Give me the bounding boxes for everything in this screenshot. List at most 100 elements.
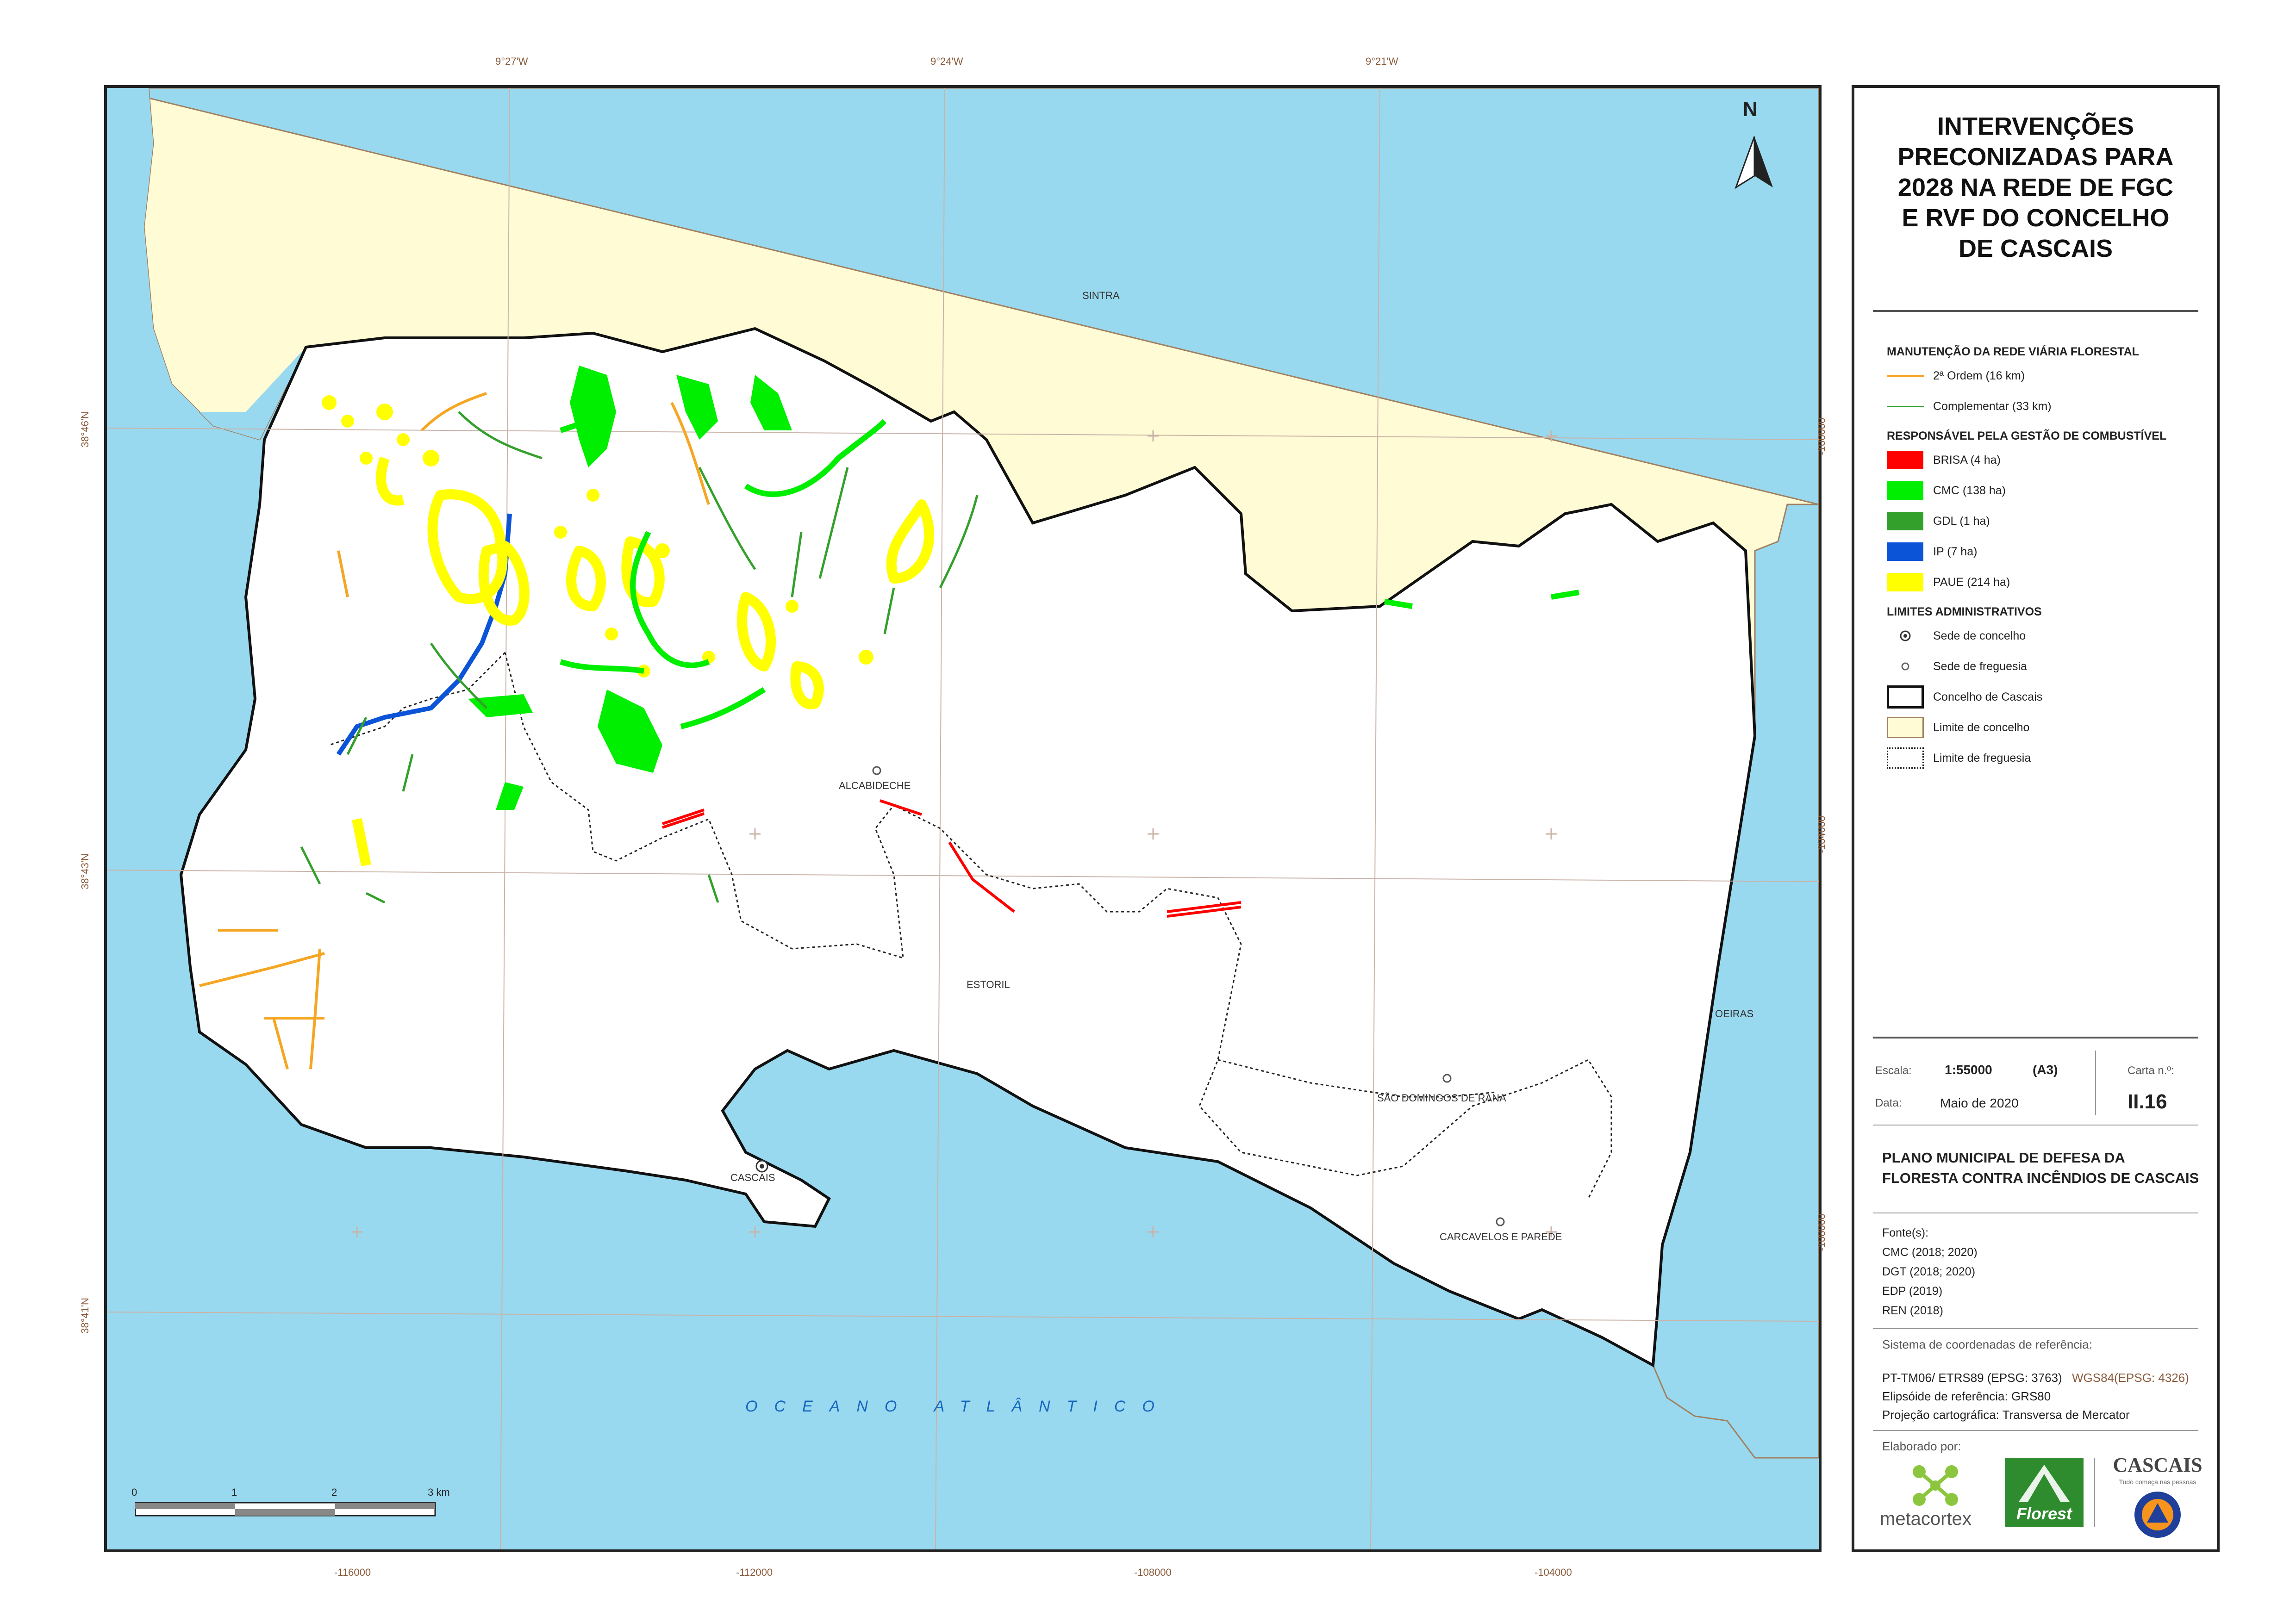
legend-label: CMC (138 ha) [1933, 484, 2006, 497]
scale-tick-0: 0 [131, 1486, 137, 1498]
fill-swatch-icon [1887, 451, 1923, 469]
sheet-value: II.16 [2128, 1090, 2167, 1113]
divider [2095, 1051, 2096, 1115]
lon-label-3: 9°21'W [1366, 56, 1398, 67]
legend-label: Concelho de Cascais [1933, 690, 2043, 703]
label-sintra: SINTRA [1082, 290, 1120, 301]
sources-label: Fonte(s): [1882, 1226, 1929, 1239]
legend-item-sede-concelho: Sede de concelho [1887, 626, 2026, 646]
title-line-1: INTERVENÇÕES [1937, 112, 2134, 140]
source-item: DGT (2018; 2020) [1882, 1265, 1976, 1278]
title-line-2: PRECONIZADAS PARA [1897, 143, 2174, 171]
scale-label: Escala: [1875, 1064, 1912, 1077]
legend-label: Sede de concelho [1933, 629, 2026, 642]
legend-label: Sede de freguesia [1933, 659, 2027, 673]
dot-circle-icon [1900, 630, 1911, 641]
divider [1873, 310, 2198, 312]
scale-value: 1:55000 [1945, 1063, 1992, 1077]
reference-ellipsoid: Elipsóide de referência: GRS80 [1882, 1389, 2051, 1403]
legend-item-ip: IP (7 ha) [1887, 541, 1977, 562]
label-estoril: ESTORIL [967, 979, 1010, 990]
legend-fuel-heading: RESPONSÁVEL PELA GESTÃO DE COMBUSTÍVEL [1887, 429, 2167, 442]
source-item: CMC (2018; 2020) [1882, 1246, 1978, 1259]
scale-tick-3: 3 km [428, 1486, 450, 1498]
legend-label: BRISA (4 ha) [1933, 453, 2001, 466]
legend-item-paue: PAUE (214 ha) [1887, 572, 2010, 592]
date-value: Maio de 2020 [1940, 1096, 2019, 1110]
easting-label-2: -112000 [736, 1567, 773, 1578]
label-alcabideche: ALCABIDECHE [839, 780, 911, 791]
beige-box-icon [1887, 717, 1924, 738]
tree-icon [2019, 1465, 2070, 1502]
label-carcavelos: CARCAVELOS E PAREDE [1440, 1231, 1562, 1243]
title-line-3: 2028 NA REDE DE FGC [1897, 174, 2174, 201]
metacortex-icon [1913, 1465, 1958, 1506]
reference-crs-alt: WGS84(EPSG: 4326) [2072, 1371, 2189, 1385]
scale-tick-1: 1 [231, 1486, 237, 1498]
legend-label: Limite de concelho [1933, 721, 2030, 734]
legend-label: IP (7 ha) [1933, 545, 1978, 558]
plan-title: PLANO MUNICIPAL DE DEFESA DA FLORESTA CO… [1882, 1148, 2199, 1188]
metacortex-logo: metacortex [1880, 1462, 1996, 1532]
source-item: REN (2018) [1882, 1304, 1943, 1317]
florest-logo: Florest [2005, 1458, 2084, 1527]
fill-swatch-icon [1887, 512, 1923, 530]
paper-size: (A3) [2033, 1063, 2058, 1077]
title-line-5: DE CASCAIS [1958, 235, 2113, 262]
civil-protection-emblem-icon [2134, 1492, 2181, 1538]
legend-item-sede-freguesia: Sede de freguesia [1887, 656, 2027, 677]
map-title: INTERVENÇÕES PRECONIZADAS PARA 2028 NA R… [1873, 111, 2198, 264]
northing-label-3: -108000 [1816, 1213, 1828, 1251]
northing-label-2: -104000 [1816, 815, 1828, 853]
map-frame[interactable] [104, 85, 1822, 1552]
northing-label-1: -100000 [1816, 417, 1828, 455]
lon-label-1: 9°27'W [495, 56, 528, 67]
legend-label: PAUE (214 ha) [1933, 575, 2010, 589]
cascais-tagline: Tudo começa nas pessoas [2119, 1478, 2196, 1486]
divider [1873, 1037, 2198, 1038]
legend-label: Complementar (33 km) [1933, 399, 2052, 413]
legend-road-heading: MANUTENÇÃO DA REDE VIÁRIA FLORESTAL [1887, 345, 2139, 358]
legend-panel: INTERVENÇÕES PRECONIZADAS PARA 2028 NA R… [1852, 85, 2220, 1552]
legend-label: GDL (1 ha) [1933, 514, 1990, 528]
label-oeiras: OEIRAS [1715, 1008, 1754, 1020]
fill-swatch-icon [1887, 542, 1923, 561]
lon-label-2: 9°24'W [930, 56, 963, 67]
line-swatch-icon [1887, 405, 1924, 407]
label-sao-domingos: SÃO DOMINGOS DE RANA [1377, 1092, 1506, 1104]
line-swatch-icon [1887, 374, 1924, 377]
reference-label: Sistema de coordenadas de referência: [1882, 1337, 2092, 1351]
title-line-4: E RVF DO CONCELHO [1902, 204, 2170, 232]
lat-label-3: 38°41'N [79, 1298, 91, 1334]
north-arrow-icon [1734, 136, 1773, 189]
north-label: N [1743, 98, 1758, 121]
legend-item-limite-concelho: Limite de concelho [1887, 717, 2029, 738]
reference-crs: PT-TM06/ ETRS89 (EPSG: 3763) [1882, 1371, 2062, 1385]
legend-item-2nd-order: 2ª Ordem (16 km) [1887, 366, 2025, 386]
small-circle-icon [1901, 662, 1909, 671]
label-cascais: CASCAIS [730, 1172, 775, 1183]
fill-swatch-icon [1887, 481, 1923, 500]
legend-label: 2ª Ordem (16 km) [1933, 369, 2025, 382]
date-label: Data: [1875, 1097, 1902, 1109]
plan-title-line-2: FLORESTA CONTRA INCÊNDIOS DE CASCAIS [1882, 1170, 2199, 1186]
cascais-logo: CASCAIS Tudo começa nas pessoas [2104, 1453, 2211, 1541]
legend-item-brisa: BRISA (4 ha) [1887, 450, 2001, 470]
reference-projection: Projeção cartográfica: Transversa de Mer… [1882, 1408, 2130, 1422]
label-ocean: OCEANO ATLÂNTICO [745, 1398, 1171, 1415]
black-outline-box-icon [1887, 685, 1924, 709]
divider [2094, 1458, 2095, 1527]
divider [1873, 1328, 2198, 1329]
source-item: EDP (2019) [1882, 1285, 1943, 1298]
legend-item-limite-freguesia: Limite de freguesia [1887, 747, 2031, 769]
metacortex-wordmark: metacortex [1880, 1509, 1972, 1529]
cascais-wordmark: CASCAIS [2113, 1454, 2202, 1476]
easting-label-1: -116000 [334, 1567, 371, 1578]
legend-item-concelho-cascais: Concelho de Cascais [1887, 685, 2043, 709]
divider [1873, 1125, 2198, 1126]
easting-label-4: -104000 [1535, 1567, 1572, 1578]
florest-wordmark: Florest [2016, 1504, 2072, 1523]
plan-title-line-1: PLANO MUNICIPAL DE DEFESA DA [1882, 1150, 2125, 1166]
legend-item-cmc: CMC (138 ha) [1887, 480, 2006, 501]
lat-label-1: 38°46'N [79, 411, 91, 448]
